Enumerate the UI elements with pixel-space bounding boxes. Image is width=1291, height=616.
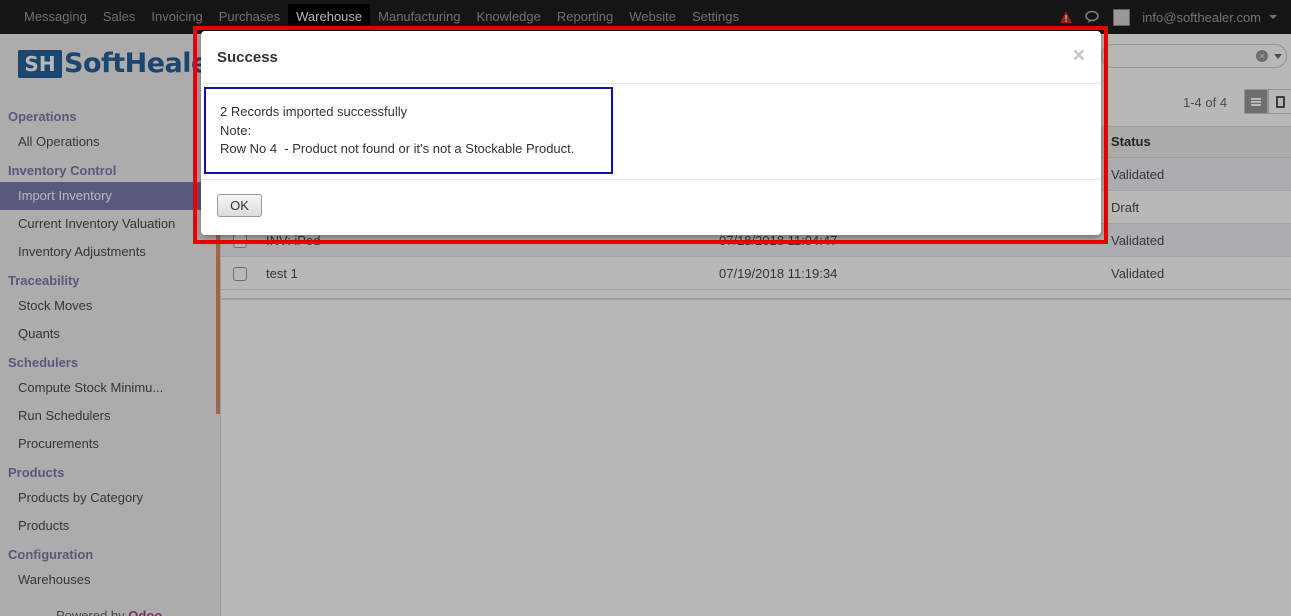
message-line-error: Row No 4 - Product not found or it's not…	[220, 141, 575, 156]
dialog-header: Success ×	[201, 31, 1101, 84]
dialog-footer: OK	[201, 180, 1101, 234]
success-dialog: Success × 2 Records imported successfull…	[201, 31, 1101, 235]
message-line-result: 2 Records imported successfully	[220, 104, 408, 119]
close-icon[interactable]: ×	[1073, 45, 1085, 66]
dialog-title: Success	[217, 49, 278, 66]
ok-button[interactable]: OK	[217, 194, 262, 217]
import-message: 2 Records imported successfully Note: Ro…	[204, 87, 613, 174]
message-line-note: Note:	[220, 122, 252, 138]
dialog-body: 2 Records imported successfully Note: Ro…	[201, 84, 1101, 180]
